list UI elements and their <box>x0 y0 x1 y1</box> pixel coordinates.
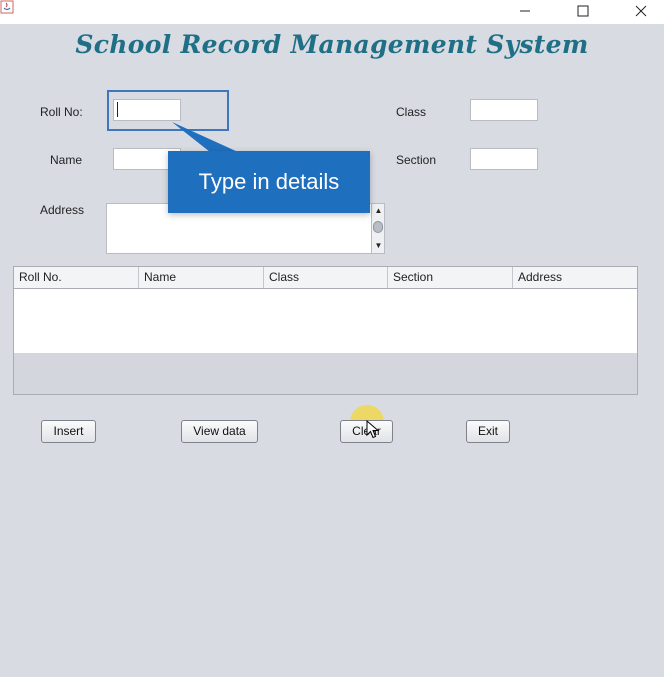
close-icon <box>635 5 647 17</box>
column-header-class[interactable]: Class <box>264 267 388 288</box>
class-label: Class <box>396 105 427 119</box>
window-titlebar <box>0 0 664 24</box>
address-label: Address <box>40 203 85 217</box>
column-header-section[interactable]: Section <box>388 267 513 288</box>
type-in-details-tooltip: Type in details <box>168 151 370 213</box>
minimize-button[interactable] <box>502 0 548 22</box>
view-data-button[interactable]: View data <box>181 420 258 443</box>
records-table[interactable]: Roll No. Name Class Section Address <box>13 266 638 395</box>
column-header-address[interactable]: Address <box>513 267 637 288</box>
address-scrollbar[interactable]: ▲ ▼ <box>371 203 385 254</box>
scroll-down-icon[interactable]: ▼ <box>374 241 383 250</box>
page-title: School Record Management System <box>75 30 589 59</box>
section-label: Section <box>396 153 437 167</box>
name-label: Name <box>50 153 83 167</box>
maximize-button[interactable] <box>560 0 606 22</box>
scroll-up-icon[interactable]: ▲ <box>374 206 383 215</box>
minimize-icon <box>520 10 530 12</box>
maximize-icon <box>577 5 589 17</box>
scroll-thumb[interactable] <box>373 221 383 233</box>
roll-no-label: Roll No: <box>40 105 83 119</box>
table-body[interactable] <box>14 289 637 353</box>
class-input[interactable] <box>470 99 538 121</box>
java-app-icon <box>0 0 14 14</box>
table-header: Roll No. Name Class Section Address <box>14 267 637 289</box>
column-header-roll-no[interactable]: Roll No. <box>14 267 139 288</box>
exit-button[interactable]: Exit <box>466 420 510 443</box>
text-caret <box>117 102 118 117</box>
section-input[interactable] <box>470 148 538 170</box>
roll-no-input[interactable] <box>113 99 181 121</box>
mouse-cursor-icon <box>366 420 380 439</box>
insert-button[interactable]: Insert <box>41 420 96 443</box>
close-button[interactable] <box>618 0 664 22</box>
column-header-name[interactable]: Name <box>139 267 264 288</box>
